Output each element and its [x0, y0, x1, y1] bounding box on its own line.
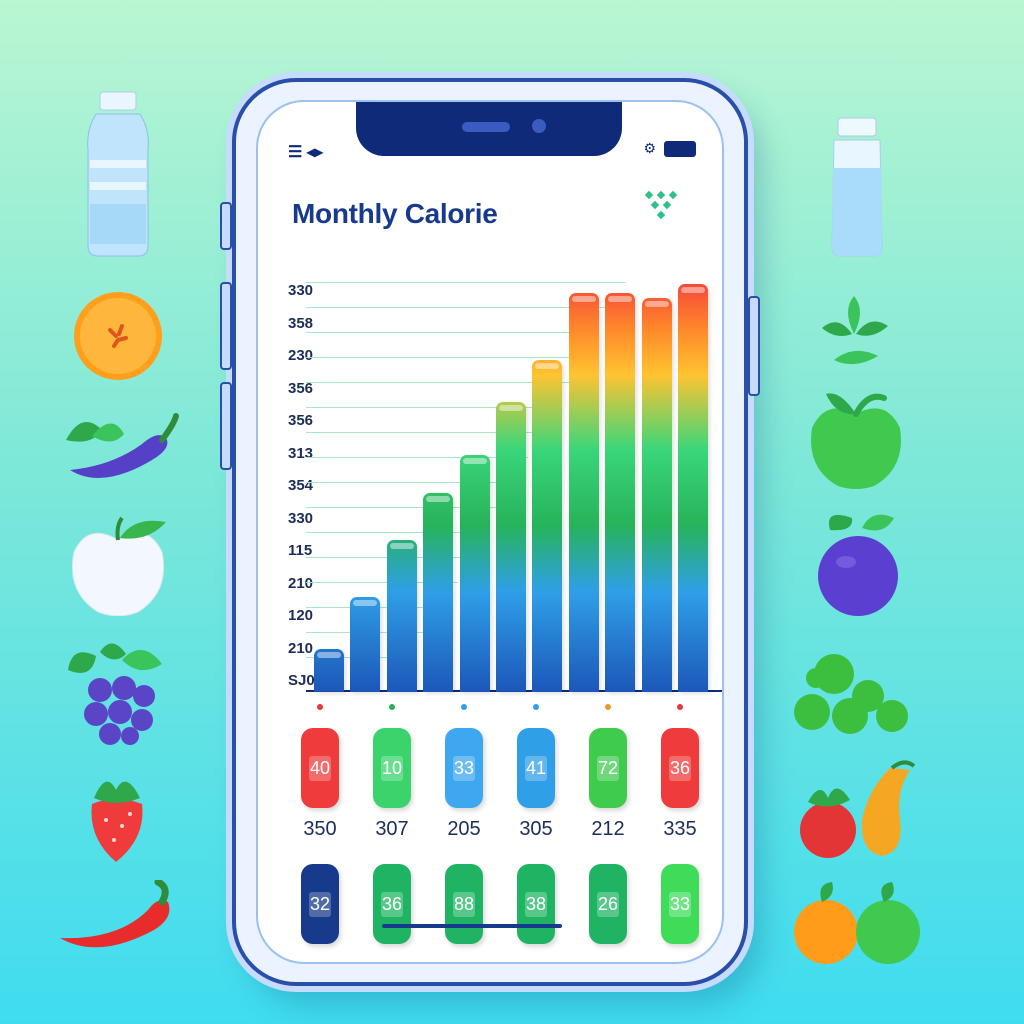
speaker-grill: [462, 122, 510, 132]
blackberries-icon: [68, 643, 162, 745]
plum-icon: [818, 514, 898, 616]
summary-pill-bottom[interactable]: 33: [661, 864, 699, 944]
chart-bar[interactable]: [678, 283, 708, 692]
volume-button-up[interactable]: [220, 382, 232, 470]
grid-line: [306, 307, 612, 308]
summary-value: 350: [303, 818, 337, 840]
summary-pill-top[interactable]: 36: [661, 728, 699, 808]
chart-bar[interactable]: [350, 597, 381, 692]
indicator-dots: [258, 704, 722, 714]
pill-label: 88: [452, 891, 476, 917]
summary-value: 335: [663, 818, 697, 840]
app-screen: ☰ ◂▸ ⚙ Monthly Calorie 330 358 230 356 356 31…: [256, 100, 724, 964]
summary-pill-bottom[interactable]: 32: [301, 864, 339, 944]
chart-plot-area: [306, 274, 722, 692]
pill-label: 36: [668, 755, 692, 781]
summary-value: 305: [519, 818, 553, 840]
summary-pill-top[interactable]: 41: [517, 728, 555, 808]
citrus-pair-icon: [794, 882, 920, 964]
chart-bar[interactable]: [641, 297, 672, 692]
grid-line: [306, 457, 528, 458]
orange-icon: [74, 292, 162, 380]
pill-label: 40: [308, 755, 332, 781]
grid-line: [306, 282, 626, 283]
chart-bar[interactable]: [459, 454, 490, 692]
summary-pill-bottom[interactable]: 88: [445, 864, 483, 944]
pill-label: 10: [380, 755, 404, 781]
summary-pill-top[interactable]: 72: [589, 728, 627, 808]
front-camera: [532, 119, 546, 133]
indicator-dot: [605, 704, 611, 710]
summary-pill-bottom[interactable]: 38: [517, 864, 555, 944]
home-indicator[interactable]: [382, 924, 562, 928]
chart-bar[interactable]: [605, 293, 636, 692]
summary-pill-bottom[interactable]: 36: [373, 864, 411, 944]
pill-label: 32: [308, 891, 332, 917]
strawberry-icon: [91, 781, 143, 862]
settings-icon: ⚙: [643, 140, 656, 156]
summary-pill-top[interactable]: 10: [373, 728, 411, 808]
indicator-dot: [389, 704, 395, 710]
chili-pepper-icon: [60, 880, 170, 948]
grid-line: [306, 382, 570, 383]
apple-icon: [71, 516, 166, 616]
pill-label: 41: [524, 755, 548, 781]
volume-button-down[interactable]: [220, 282, 232, 370]
indicator-dot: [677, 704, 683, 710]
chart-bar[interactable]: [314, 649, 344, 692]
indicator-dot: [461, 704, 467, 710]
eggplant-icon: [66, 413, 179, 478]
status-bar-right: ⚙: [643, 140, 696, 157]
summary-value: 205: [447, 818, 481, 840]
chart-bar[interactable]: [386, 540, 417, 692]
grid-line: [306, 332, 598, 333]
app-canvas: { "screen": { "title": "Monthly Calorie"…: [0, 0, 1024, 1024]
chart-bar[interactable]: [496, 402, 526, 692]
water-glass-icon: [831, 117, 883, 257]
volume-button[interactable]: [220, 202, 232, 250]
phone-frame: ☰ ◂▸ ⚙ Monthly Calorie 330 358 230 356 356 31…: [220, 78, 760, 986]
leaves-icon: [822, 296, 888, 365]
pill-label: 36: [380, 891, 404, 917]
power-button[interactable]: [748, 296, 760, 396]
summary-value: 212: [591, 818, 625, 840]
battery-icon: [664, 140, 696, 157]
indicator-dot: [533, 704, 539, 710]
menu-icon[interactable]: ☰ ◂▸: [288, 142, 323, 162]
pill-label: 33: [452, 755, 476, 781]
grid-line: [306, 357, 584, 358]
pill-label: 26: [596, 891, 620, 917]
grapes-icon: [794, 654, 908, 734]
fruit-pair-icon: [800, 760, 916, 858]
leaf-dots-logo: [644, 190, 678, 220]
pill-label: 38: [524, 891, 548, 917]
pill-label: 33: [668, 891, 692, 917]
green-apple-icon: [811, 393, 901, 489]
indicator-dot: [317, 704, 323, 710]
chart-bar[interactable]: [568, 293, 599, 692]
summary-value: 307: [375, 818, 409, 840]
pill-label: 72: [596, 755, 620, 781]
summary-pill-bottom[interactable]: 26: [589, 864, 627, 944]
page-title: Monthly Calorie: [292, 198, 498, 229]
water-bottle-icon: [87, 91, 149, 257]
chart-bar[interactable]: [423, 492, 454, 692]
summary-pill-top[interactable]: 40: [301, 728, 339, 808]
chart-bar[interactable]: [532, 359, 563, 692]
summary-pill-top[interactable]: 33: [445, 728, 483, 808]
notch: [356, 102, 622, 156]
